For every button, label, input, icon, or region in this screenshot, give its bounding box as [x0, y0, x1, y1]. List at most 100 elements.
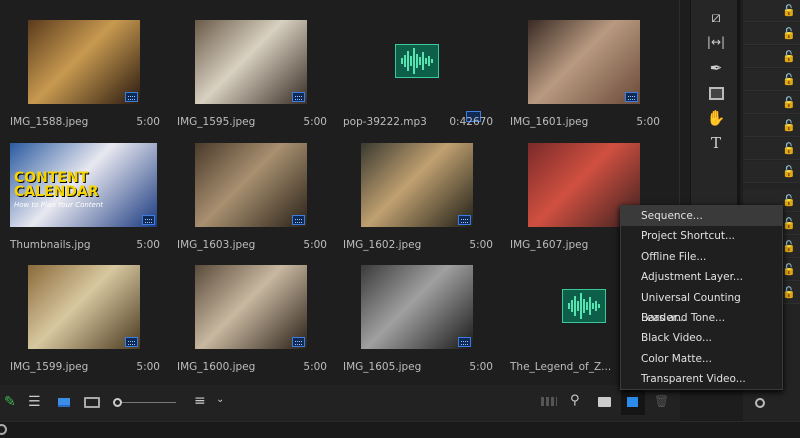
item-label: IMG_1601.jpeg 5:00	[510, 116, 660, 128]
item-name: IMG_1602.jpeg	[343, 239, 422, 251]
zoom-slider[interactable]	[113, 398, 177, 407]
lock-icon[interactable]: 🔓	[782, 217, 796, 230]
track-row: 🔓	[743, 115, 800, 137]
lock-icon[interactable]: 🔓	[782, 263, 796, 276]
item-label: IMG_1602.jpeg 5:00	[343, 239, 493, 251]
image-badge-icon	[292, 215, 305, 225]
new-item-button[interactable]	[621, 389, 645, 415]
lock-icon[interactable]: 🔓	[782, 142, 796, 155]
search-icon[interactable]: ⚲	[570, 393, 580, 408]
project-toolbar: ✎ ☰ ≡ ⌄ ⚲ 🗑	[0, 385, 680, 421]
lock-icon[interactable]: 🔓	[782, 286, 796, 299]
lock-icon[interactable]: 🔓	[782, 240, 796, 253]
track-height-slider[interactable]	[755, 398, 765, 408]
pen-tool-icon[interactable]: ✒	[706, 58, 726, 78]
lock-icon[interactable]: 🔓	[782, 165, 796, 178]
image-badge-icon	[458, 215, 471, 225]
track-row: 🔓	[743, 161, 800, 183]
project-item[interactable]: IMG_1605.jpeg 5:00	[343, 265, 493, 377]
thumbnail-title: CONTENT CALENDAR	[14, 170, 99, 200]
new-bin-icon[interactable]	[598, 397, 611, 407]
item-duration: 5:00	[136, 361, 160, 373]
thumbnail	[361, 143, 473, 227]
item-name: The_Legend_of_Z...	[510, 361, 612, 373]
item-name: pop-39222.mp3	[343, 116, 427, 128]
track-row: 🔓	[743, 138, 800, 160]
list-view-icon[interactable]: ☰	[28, 394, 41, 410]
item-label: IMG_1595.jpeg 5:00	[177, 116, 327, 128]
item-label: pop-39222.mp3 0:42670	[343, 116, 493, 128]
item-duration: 0:42670	[449, 116, 493, 128]
item-duration: 5:00	[636, 116, 660, 128]
item-label: IMG_1600.jpeg 5:00	[177, 361, 327, 373]
lock-icon[interactable]: 🔓	[782, 50, 796, 63]
status-bar	[0, 421, 800, 438]
image-badge-icon	[292, 92, 305, 102]
item-duration: 5:00	[303, 116, 327, 128]
lock-icon[interactable]: 🔓	[782, 27, 796, 40]
trash-icon[interactable]: 🗑	[654, 394, 669, 408]
freeform-view-icon[interactable]	[84, 397, 100, 408]
project-item[interactable]: IMG_1588.jpeg 5:00	[10, 20, 160, 132]
project-item[interactable]: IMG_1601.jpeg 5:00	[510, 20, 660, 132]
menu-item[interactable]: Bars and Tone...	[621, 308, 782, 328]
type-tool-icon[interactable]: T	[706, 133, 726, 153]
razor-tool-icon[interactable]: ⧄	[706, 7, 726, 27]
image-badge-icon	[125, 337, 138, 347]
thumbnail	[195, 20, 307, 104]
menu-item[interactable]: Sequence...	[621, 206, 782, 227]
pencil-icon[interactable]: ✎	[4, 394, 16, 410]
audio-waveform-icon	[562, 289, 606, 323]
indicator-icon	[0, 424, 7, 435]
thumbnail	[361, 265, 473, 349]
project-item[interactable]: IMG_1603.jpeg 5:00	[177, 143, 327, 255]
new-item-menu: Sequence... Project Shortcut... Offline Fi…	[620, 205, 783, 390]
item-duration: 5:00	[469, 361, 493, 373]
lock-icon[interactable]: 🔓	[782, 73, 796, 86]
lock-icon[interactable]: 🔓	[782, 119, 796, 132]
item-name: IMG_1603.jpeg	[177, 239, 256, 251]
item-duration: 5:00	[469, 239, 493, 251]
project-item[interactable]: CONTENT CALENDAR How to Plan Your Content…	[10, 143, 160, 255]
project-item[interactable]: IMG_1600.jpeg 5:00	[177, 265, 327, 377]
automate-to-sequence-icon[interactable]	[541, 397, 557, 406]
image-badge-icon	[625, 92, 638, 102]
track-row: 🔓	[743, 23, 800, 45]
thumbnail-subtitle: How to Plan Your Content	[14, 201, 104, 209]
item-label: IMG_1603.jpeg 5:00	[177, 239, 327, 251]
item-name: IMG_1607.jpeg	[510, 239, 589, 251]
sort-icon[interactable]: ≡	[194, 393, 206, 409]
thumbnail	[528, 20, 640, 104]
item-duration: 5:00	[136, 239, 160, 251]
project-item[interactable]: pop-39222.mp3 0:42670	[343, 20, 493, 132]
project-item[interactable]: IMG_1602.jpeg 5:00	[343, 143, 493, 255]
item-name: IMG_1600.jpeg	[177, 361, 256, 373]
chevron-down-icon[interactable]: ⌄	[216, 394, 224, 405]
menu-item[interactable]: Black Video...	[621, 328, 782, 348]
project-item[interactable]: IMG_1595.jpeg 5:00	[177, 20, 327, 132]
rectangle-tool-icon[interactable]	[706, 83, 726, 103]
thumbnail	[195, 265, 307, 349]
slip-tool-icon[interactable]: |↔|	[706, 32, 726, 52]
lock-icon[interactable]: 🔓	[782, 194, 796, 207]
menu-item[interactable]: Offline File...	[621, 247, 782, 267]
item-name: IMG_1601.jpeg	[510, 116, 589, 128]
item-name: IMG_1588.jpeg	[10, 116, 89, 128]
menu-item[interactable]: Project Shortcut...	[621, 226, 782, 246]
menu-item[interactable]: Color Matte...	[621, 349, 782, 369]
image-badge-icon	[292, 337, 305, 347]
lock-icon[interactable]: 🔓	[782, 96, 796, 109]
lock-icon[interactable]: 🔓	[782, 4, 796, 17]
track-row: 🔓	[743, 0, 800, 22]
menu-item[interactable]: Transparent Video...	[621, 369, 782, 389]
menu-item[interactable]: Universal Counting Leader...	[621, 288, 782, 324]
image-badge-icon	[142, 215, 155, 225]
thumbnail: CONTENT CALENDAR How to Plan Your Content	[10, 143, 157, 227]
item-duration: 5:00	[136, 116, 160, 128]
thumbnail	[28, 265, 140, 349]
menu-item[interactable]: Adjustment Layer...	[621, 267, 782, 287]
item-label: Thumbnails.jpg 5:00	[10, 239, 160, 251]
project-item[interactable]: IMG_1599.jpeg 5:00	[10, 265, 160, 377]
hand-tool-icon[interactable]: ✋	[706, 108, 726, 128]
icon-view-icon[interactable]	[58, 398, 70, 407]
